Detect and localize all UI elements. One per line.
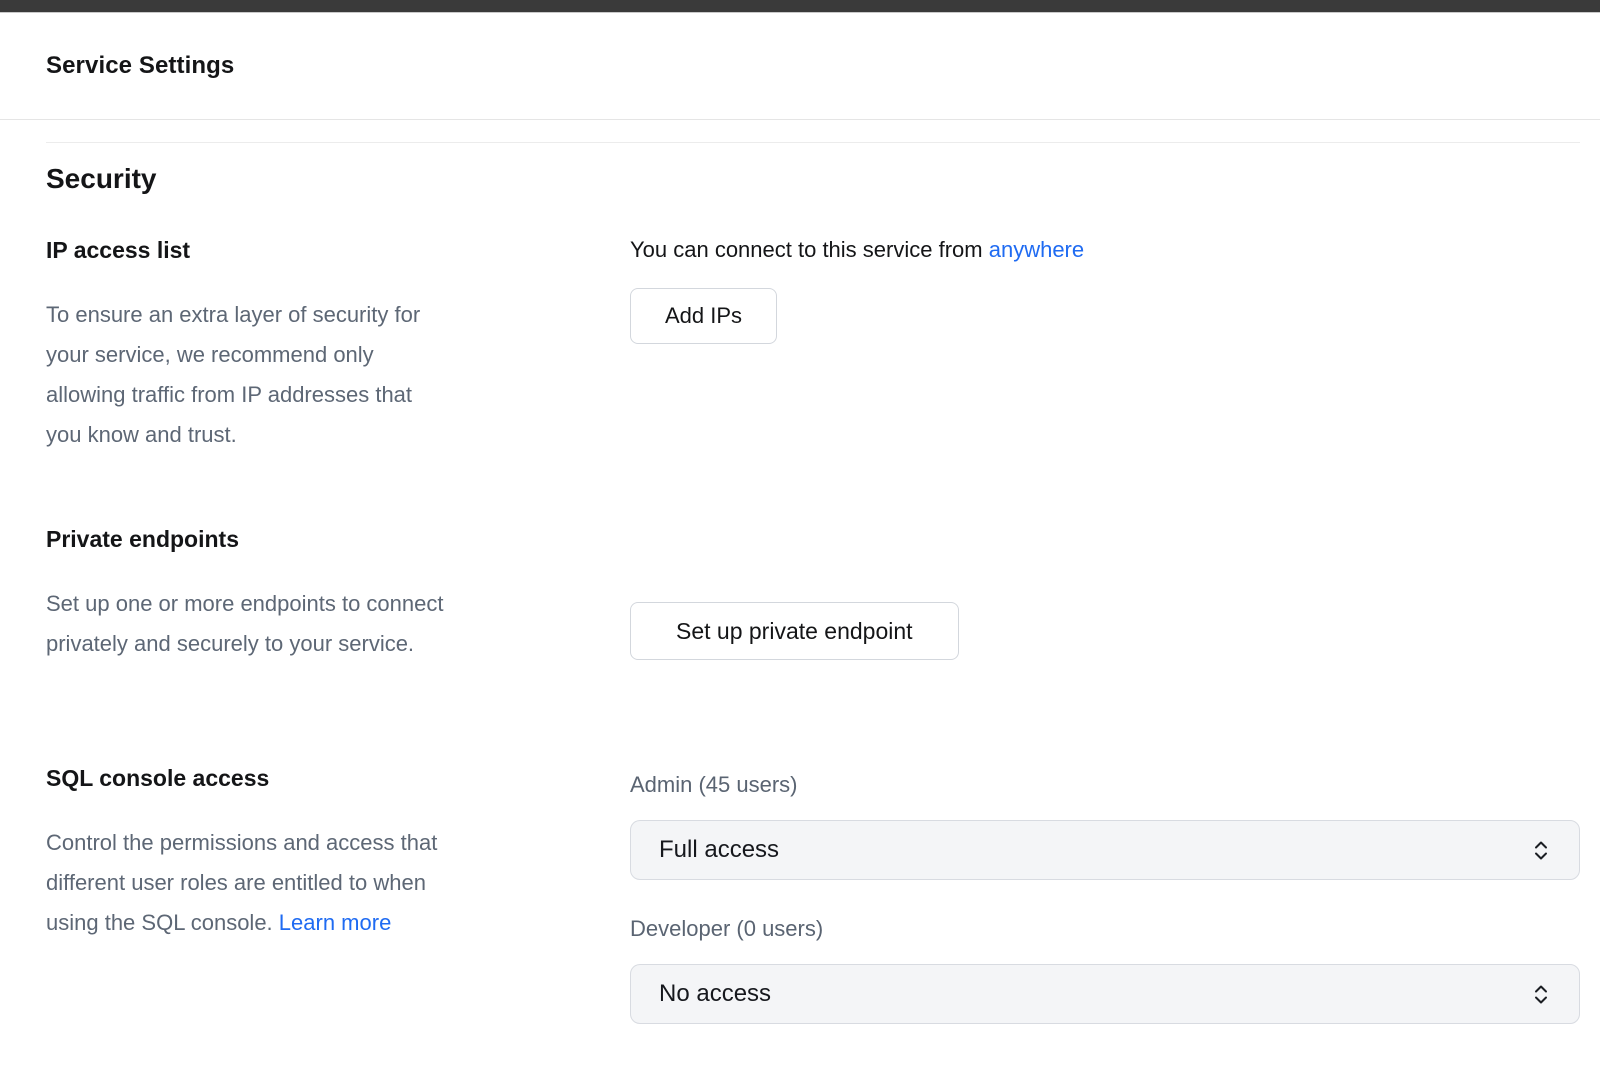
add-ips-button[interactable]: Add IPs <box>630 288 777 344</box>
setup-private-endpoint-button[interactable]: Set up private endpoint <box>630 602 959 660</box>
admin-access-value: Full access <box>659 836 779 864</box>
developer-access-select[interactable]: No access <box>630 964 1580 1024</box>
sql-console-access-section: SQL console access Control the permissio… <box>46 765 1580 1024</box>
sql-console-controls: Admin (45 users) Full access Developer (… <box>630 765 1580 1024</box>
private-endpoints-description: Set up one or more endpoints to connect … <box>46 584 630 664</box>
chevron-up-down-icon <box>1533 839 1549 862</box>
ip-access-info: IP access list To ensure an extra layer … <box>46 237 630 455</box>
private-endpoints-section: Private endpoints Set up one or more end… <box>46 526 1580 664</box>
ip-access-title: IP access list <box>46 237 630 263</box>
ip-access-controls: You can connect to this service from any… <box>630 237 1580 344</box>
settings-main: Security IP access list To ensure an ext… <box>0 164 1600 1024</box>
admin-role-field: Admin (45 users) Full access <box>630 772 1580 880</box>
chevron-up-down-icon <box>1533 983 1549 1006</box>
sql-console-description: Control the permissions and access that … <box>46 823 630 943</box>
sql-console-title: SQL console access <box>46 765 630 791</box>
admin-access-select[interactable]: Full access <box>630 820 1580 880</box>
developer-access-value: No access <box>659 980 771 1008</box>
window-top-bar <box>0 0 1600 13</box>
connect-from-text: You can connect to this service from <box>630 237 983 262</box>
page-title: Service Settings <box>46 52 234 80</box>
page-header: Service Settings <box>0 13 1600 120</box>
section-divider <box>46 142 1580 143</box>
ip-access-section: IP access list To ensure an extra layer … <box>46 237 1580 455</box>
developer-role-label: Developer (0 users) <box>630 916 1580 941</box>
ip-access-description: To ensure an extra layer of security for… <box>46 295 630 455</box>
learn-more-link[interactable]: Learn more <box>279 910 392 935</box>
connect-from-line: You can connect to this service from any… <box>630 237 1580 263</box>
private-endpoints-controls: Set up private endpoint <box>630 526 1580 660</box>
anywhere-link[interactable]: anywhere <box>989 237 1084 262</box>
private-endpoints-title: Private endpoints <box>46 526 630 552</box>
sql-console-info: SQL console access Control the permissio… <box>46 765 630 943</box>
admin-role-label: Admin (45 users) <box>630 772 1580 797</box>
developer-role-field: Developer (0 users) No access <box>630 916 1580 1024</box>
security-section-title: Security <box>46 164 1580 194</box>
private-endpoints-info: Private endpoints Set up one or more end… <box>46 526 630 664</box>
